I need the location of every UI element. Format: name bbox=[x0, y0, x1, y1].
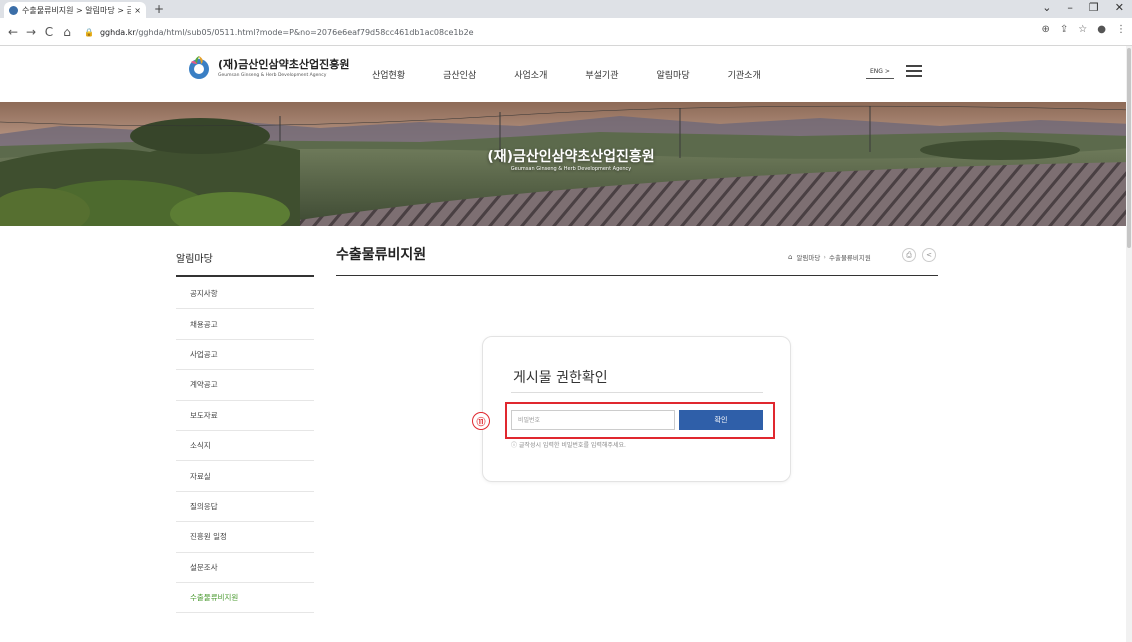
hamburger-menu-icon[interactable] bbox=[906, 65, 922, 77]
hero-banner: (재)금산인삼약초산업진흥원 Geumsan Ginseng & Herb De… bbox=[0, 102, 1132, 226]
home-button[interactable]: ⌂ bbox=[58, 25, 76, 39]
sidebar-item-survey[interactable]: 설문조사 bbox=[176, 553, 314, 583]
menu-dots-icon[interactable]: ⋮ bbox=[1116, 24, 1126, 35]
nav-industry-status[interactable]: 산업현황 bbox=[372, 68, 405, 81]
url-host: gghda.kr bbox=[99, 27, 136, 37]
sidebar-item-press[interactable]: 보도자료 bbox=[176, 401, 314, 431]
address-bar[interactable]: 🔒 gghda.kr /gghda/html/sub05/0511.html?m… bbox=[84, 23, 1024, 41]
minimize-button[interactable]: – bbox=[1067, 1, 1073, 14]
sidebar-menu: 공지사항 채용공고 사업공고 계약공고 보도자료 소식지 자료실 질의응답 진흥… bbox=[176, 279, 314, 614]
back-button[interactable]: ← bbox=[4, 25, 22, 39]
step-marker: ⑪ bbox=[472, 412, 490, 430]
nav-notice[interactable]: 알림마당 bbox=[657, 68, 690, 81]
chevron-right-icon: › bbox=[823, 253, 826, 261]
site-header: (재)금산인삼약초산업진흥원 Geumsan Ginseng & Herb De… bbox=[0, 46, 1132, 102]
url-path: /gghda/html/sub05/0511.html?mode=P&no=20… bbox=[135, 27, 474, 37]
tab-search-icon[interactable]: ⌄ bbox=[1042, 1, 1051, 14]
sidebar-item-business-notice[interactable]: 사업공고 bbox=[176, 340, 314, 371]
sidebar-item-schedule[interactable]: 진흥원 일정 bbox=[176, 522, 314, 553]
sidebar-item-export-logistics[interactable]: 수출물류비지원 bbox=[176, 583, 314, 614]
sidebar-item-contract[interactable]: 계약공고 bbox=[176, 370, 314, 401]
tab-close-icon[interactable]: × bbox=[134, 6, 141, 15]
breadcrumb-item[interactable]: 수출물류비지원 bbox=[829, 252, 871, 262]
print-icon[interactable]: ⎙ bbox=[902, 248, 916, 262]
reload-button[interactable]: C bbox=[40, 25, 58, 39]
site-logo[interactable]: (재)금산인삼약초산업진흥원 Geumsan Ginseng & Herb De… bbox=[186, 54, 350, 80]
sidebar-item-notice[interactable]: 공지사항 bbox=[176, 279, 314, 310]
scrollbar-thumb[interactable] bbox=[1127, 48, 1131, 248]
close-window-button[interactable]: ✕ bbox=[1115, 1, 1124, 14]
banner-title: (재)금산인삼약초산업진흥원 bbox=[487, 149, 655, 165]
tab-title: 수출물류비지원 > 알림마당 > 금 bbox=[22, 5, 132, 15]
main-navigation: 산업현황 금산인삼 사업소개 부설기관 알림마당 기관소개 bbox=[372, 68, 761, 81]
logo-subtitle: Geumsan Ginseng & Herb Development Agenc… bbox=[218, 73, 327, 78]
browser-toolbar: ← → C ⌂ 🔒 gghda.kr /gghda/html/sub05/051… bbox=[0, 18, 1132, 46]
page-title: 수출물류비지원 bbox=[336, 247, 427, 263]
share-icon[interactable]: ⇪ bbox=[1060, 24, 1068, 35]
nav-geumsan-ginseng[interactable]: 금산인삼 bbox=[443, 68, 476, 81]
ginseng-logo-icon bbox=[189, 56, 209, 79]
share-icon[interactable]: < bbox=[922, 248, 936, 262]
sidebar-title: 알림마당 bbox=[176, 254, 213, 265]
language-underline bbox=[866, 78, 894, 79]
sidebar-item-archive[interactable]: 자료실 bbox=[176, 461, 314, 492]
banner-subtitle: Geumsan Ginseng & Herb Development Agenc… bbox=[510, 166, 632, 172]
sidebar-item-qna[interactable]: 질의응답 bbox=[176, 492, 314, 523]
logo-title: (재)금산인삼약초산업진흥원 bbox=[218, 58, 350, 71]
home-icon[interactable]: ⌂ bbox=[788, 253, 792, 261]
browser-tab-strip: 수출물류비지원 > 알림마당 > 금 × + ⌄ – ❐ ✕ bbox=[0, 0, 1132, 18]
sidebar-item-newsletter[interactable]: 소식지 bbox=[176, 431, 314, 462]
new-tab-button[interactable]: + bbox=[154, 2, 164, 16]
browser-tools: ⊕ ⇪ ☆ ● ⋮ bbox=[1042, 24, 1126, 35]
auth-title: 게시물 권한확인 bbox=[513, 370, 608, 386]
language-switch[interactable]: ENG > bbox=[870, 68, 890, 75]
nav-about[interactable]: 기관소개 bbox=[728, 68, 761, 81]
forward-button[interactable]: → bbox=[22, 25, 40, 39]
sidebar-title-divider bbox=[176, 275, 314, 277]
breadcrumb: ⌂ 알림마당 › 수출물류비지원 bbox=[788, 252, 871, 262]
nav-business[interactable]: 사업소개 bbox=[514, 68, 547, 81]
breadcrumb-item[interactable]: 알림마당 bbox=[796, 252, 820, 262]
bookmark-star-icon[interactable]: ☆ bbox=[1078, 24, 1087, 35]
window-controls: ⌄ – ❐ ✕ bbox=[1042, 1, 1124, 14]
restore-button[interactable]: ❐ bbox=[1089, 1, 1099, 14]
content-title-divider bbox=[336, 275, 938, 276]
auth-divider bbox=[511, 392, 763, 393]
zoom-icon[interactable]: ⊕ bbox=[1042, 24, 1050, 35]
highlight-box bbox=[505, 402, 775, 439]
nav-affiliated[interactable]: 부설기관 bbox=[585, 68, 618, 81]
lock-icon: 🔒 bbox=[84, 27, 94, 37]
profile-icon[interactable]: ● bbox=[1097, 24, 1106, 35]
sidebar-item-recruitment[interactable]: 채용공고 bbox=[176, 309, 314, 340]
browser-tab[interactable]: 수출물류비지원 > 알림마당 > 금 × bbox=[4, 2, 146, 18]
password-hint: ⓘ 글작성시 입력한 비밀번호를 입력해주세요. bbox=[511, 442, 626, 449]
site-favicon-icon bbox=[9, 5, 18, 15]
